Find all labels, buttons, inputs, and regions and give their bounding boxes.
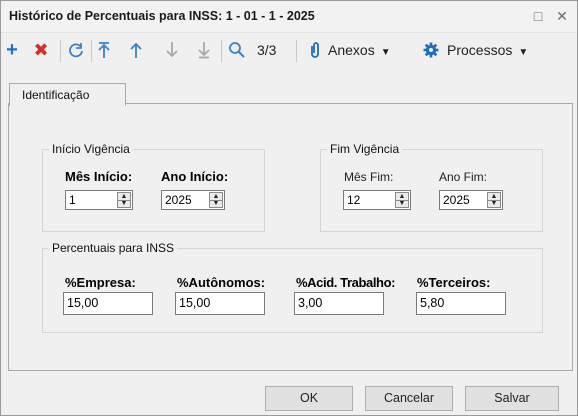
spinner-down-icon[interactable]: ▼ [396,200,408,207]
mes-fim-spinner[interactable]: 12 ▲ ▼ [343,190,411,210]
autonomos-input[interactable]: 15,00 [175,292,265,315]
spinner-down-icon[interactable]: ▼ [488,200,500,207]
processos-menu[interactable]: Processos ▼ [447,42,528,58]
refresh-icon[interactable] [67,41,85,59]
close-icon[interactable]: ✕ [553,7,571,25]
record-counter: 3/3 [257,42,277,58]
autonomos-value: 15,00 [179,296,211,310]
ano-fim-value: 2025 [443,193,470,207]
percentuais-legend: Percentuais para INSS [49,241,178,255]
mes-fim-value: 12 [347,193,361,207]
terceiros-input[interactable]: 5,80 [416,292,506,315]
spinner-arrows[interactable]: ▲ ▼ [395,192,409,208]
toolbar-separator [221,40,222,62]
ano-fim-spinner[interactable]: 2025 ▲ ▼ [439,190,503,210]
ano-fim-label: Ano Fim: [439,170,488,184]
toolbar-separator [296,40,297,62]
tab-panel: Início Vigência Mês Início: Ano Início: … [8,103,573,371]
spinner-arrows[interactable]: ▲ ▼ [209,192,223,208]
fim-vigencia-legend: Fim Vigência [327,142,403,156]
inicio-vigencia-legend: Início Vigência [49,142,133,156]
chevron-down-icon: ▼ [380,47,391,58]
last-record-icon[interactable] [196,41,212,59]
next-record-icon[interactable] [164,41,180,59]
spinner-down-icon[interactable]: ▼ [210,200,222,207]
save-button[interactable]: Salvar [465,386,559,411]
add-icon[interactable]: + [4,40,20,60]
percentuais-group: Percentuais para INSS %Empresa: 15,00 %A… [42,241,543,333]
toolbar: + ✖ 3/3 Anexos ▼ Processos ▼ [1,33,577,67]
tab-identificacao[interactable]: Identificação [9,83,126,106]
gear-icon[interactable] [422,41,440,59]
paperclip-icon[interactable] [308,41,322,59]
mes-inicio-value: 1 [69,193,76,207]
chevron-down-icon: ▼ [518,47,529,58]
ano-inicio-label: Ano Início: [161,169,229,184]
ano-inicio-spinner[interactable]: 2025 ▲ ▼ [161,190,225,210]
acid-trabalho-input[interactable]: 3,00 [294,292,384,315]
search-icon[interactable] [228,41,246,59]
acid-trabalho-value: 3,00 [298,296,323,310]
anexos-menu[interactable]: Anexos ▼ [328,42,391,58]
processos-label: Processos [447,42,513,58]
spinner-arrows[interactable]: ▲ ▼ [117,192,131,208]
first-record-icon[interactable] [96,41,112,59]
toolbar-separator [60,40,61,62]
dialog-window: Histórico de Percentuais para INSS: 1 - … [0,0,578,416]
ano-inicio-value: 2025 [165,193,192,207]
empresa-label: %Empresa: [65,275,136,290]
mes-inicio-spinner[interactable]: 1 ▲ ▼ [65,190,133,210]
title-bar: Histórico de Percentuais para INSS: 1 - … [1,1,577,33]
inicio-vigencia-group: Início Vigência Mês Início: Ano Início: … [42,142,265,232]
empresa-value: 15,00 [67,296,99,310]
cancel-button[interactable]: Cancelar [365,386,453,411]
terceiros-label: %Terceiros: [417,275,491,290]
previous-record-icon[interactable] [128,41,144,59]
delete-icon[interactable]: ✖ [32,41,50,59]
autonomos-label: %Autônomos: [177,275,266,290]
ok-button[interactable]: OK [265,386,353,411]
spinner-arrows[interactable]: ▲ ▼ [487,192,501,208]
spinner-down-icon[interactable]: ▼ [118,200,130,207]
anexos-label: Anexos [328,42,375,58]
mes-inicio-label: Mês Início: [65,169,133,184]
empresa-input[interactable]: 15,00 [63,292,153,315]
toolbar-separator [91,40,92,62]
acid-trabalho-label: %Acid. Trabalho: [296,275,396,290]
terceiros-value: 5,80 [420,296,445,310]
maximize-icon[interactable]: □ [529,7,547,25]
window-title: Histórico de Percentuais para INSS: 1 - … [9,9,315,23]
fim-vigencia-group: Fim Vigência Mês Fim: Ano Fim: 12 ▲ ▼ 20… [320,142,543,232]
mes-fim-label: Mês Fim: [344,170,394,184]
tab-label: Identificação [22,88,90,102]
